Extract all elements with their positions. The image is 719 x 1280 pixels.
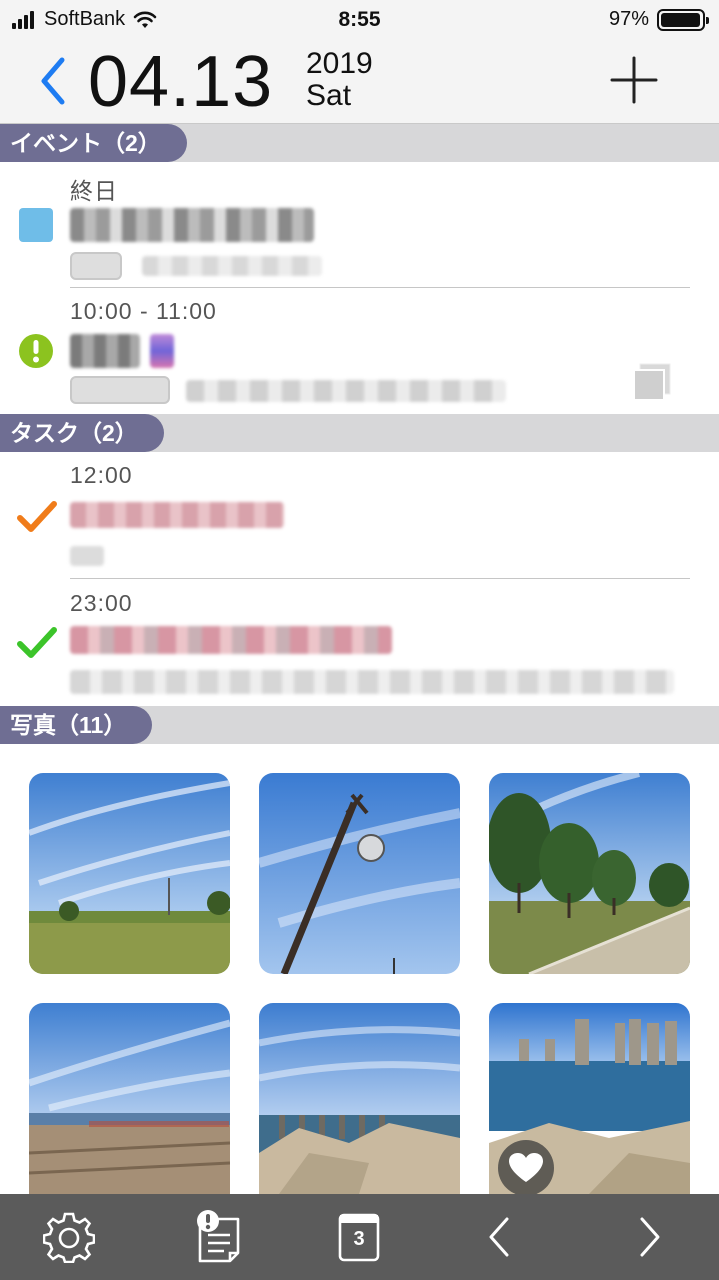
events-section-title: イベント（2） (0, 124, 187, 162)
task-note-redacted (70, 670, 674, 694)
task-note-redacted (70, 546, 104, 566)
battery-icon (657, 8, 709, 31)
heart-icon (509, 1153, 543, 1182)
event-divider (70, 287, 690, 288)
status-bar: SoftBank 8:55 97% (0, 0, 719, 40)
favorite-badge (498, 1140, 554, 1196)
event-time: 10:00 - 11:00 (70, 298, 217, 324)
event-title-redacted (150, 334, 174, 368)
task-title-redacted (70, 502, 284, 528)
chevron-left-icon (489, 1217, 509, 1257)
weekday-label: Sat (306, 79, 352, 112)
photos-section-title: 写真（11） (0, 706, 153, 744)
event-title-redacted (70, 334, 140, 368)
tasks-section-title: タスク（2） (0, 414, 164, 452)
settings-button[interactable] (40, 1208, 98, 1266)
photo-thumbnail[interactable] (489, 773, 690, 974)
photo-thumbnail[interactable] (29, 1003, 230, 1194)
previous-button[interactable] (471, 1208, 529, 1266)
task-time: 12:00 (70, 462, 133, 488)
event-time: 終日 (70, 178, 118, 204)
task-title-redacted (70, 626, 392, 654)
add-button[interactable] (608, 54, 660, 106)
copy-icon (633, 363, 671, 401)
event-note-redacted (142, 256, 322, 276)
plus-icon (610, 56, 658, 104)
event-tag-redacted (70, 252, 122, 280)
chevron-left-icon (41, 57, 65, 105)
previous-day-button[interactable] (34, 56, 74, 106)
photo-thumbnail[interactable] (259, 773, 460, 974)
events-section-header: イベント（2） (0, 124, 719, 162)
status-right: 97% (608, 8, 709, 31)
task-divider (70, 578, 690, 579)
photo-thumbnail[interactable] (29, 773, 230, 974)
year-label: 2019 (306, 47, 373, 80)
battery-percent: 97% (608, 8, 649, 30)
exclamation-circle-icon (19, 334, 53, 368)
tasks-section-header: タスク（2） (0, 414, 719, 452)
calendar-color-icon (19, 208, 53, 242)
chevron-right-icon (640, 1217, 660, 1257)
photos-section-header: 写真（11） (0, 706, 719, 744)
date-header: 04.13 2019 Sat (0, 40, 719, 124)
task-time: 23:00 (70, 590, 133, 616)
memo-button[interactable] (189, 1208, 247, 1266)
gear-icon (43, 1212, 95, 1263)
photo-thumbnail[interactable] (259, 1003, 460, 1194)
memo-alert-icon (197, 1210, 240, 1263)
date-label: 04.13 (88, 42, 274, 122)
event-title-redacted (70, 208, 314, 242)
event-tag-redacted (70, 376, 170, 404)
today-button[interactable]: 3 (330, 1208, 388, 1266)
battery-fill (661, 12, 700, 27)
next-button[interactable] (620, 1208, 678, 1266)
calendar-day-number: 3 (353, 1228, 365, 1250)
checkmark-icon[interactable] (16, 500, 58, 534)
event-note-redacted (186, 380, 506, 402)
bottom-toolbar: 3 (0, 1194, 719, 1280)
checkmark-icon[interactable] (16, 626, 58, 660)
